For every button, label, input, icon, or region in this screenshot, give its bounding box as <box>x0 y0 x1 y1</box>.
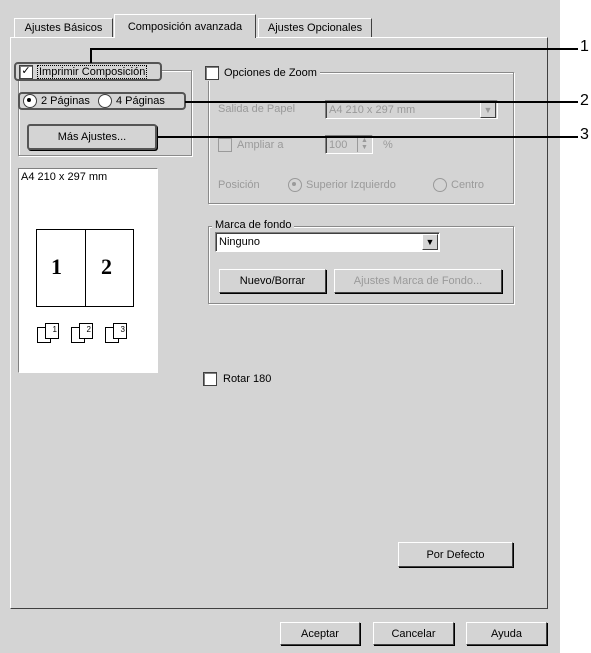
print-layout-option[interactable]: ✓ Imprimir Composición <box>14 62 162 81</box>
position-top-left-option[interactable]: Superior Izquierdo <box>288 178 396 192</box>
print-layout-label: Imprimir Composición <box>36 64 148 79</box>
preview-stack-order: 1 2 3 <box>37 323 127 343</box>
tab-label: Ajustes Básicos <box>24 22 103 34</box>
pages-4-label[interactable]: 4 Páginas <box>116 95 165 107</box>
position-label: Posición <box>218 179 260 191</box>
callout-2-number: 2 <box>580 92 589 109</box>
ok-label: Aceptar <box>301 627 339 640</box>
tab-basic-settings[interactable]: Ajustes Básicos <box>14 18 113 37</box>
sheet-divider <box>85 230 86 306</box>
preview-sheet: 1 2 <box>36 229 134 307</box>
new-delete-label: Nuevo/Borrar <box>239 275 306 287</box>
cancel-label: Cancelar <box>391 627 436 640</box>
position-top-left-radio[interactable] <box>288 178 302 192</box>
paper-output-label: Salida de Papel <box>218 103 296 115</box>
printer-properties-dialog: Ajustes Básicos Composición avanzada Aju… <box>0 0 560 653</box>
tab-label: Ajustes Opcionales <box>267 22 363 34</box>
help-label: Ayuda <box>491 627 522 640</box>
enlarge-value: 100 <box>329 138 348 151</box>
more-settings-label: Más Ajustes... <box>57 131 127 143</box>
zoom-options-checkbox[interactable] <box>205 66 219 80</box>
rotate-180-checkbox[interactable] <box>203 372 217 386</box>
pages-per-sheet-options: 2 Páginas 4 Páginas <box>18 92 186 110</box>
tab-label: Composición avanzada <box>127 20 243 33</box>
position-center-option[interactable]: Centro <box>433 178 484 192</box>
pages-2-label[interactable]: 2 Páginas <box>41 95 90 107</box>
stack-sheet-3: 3 <box>105 323 127 343</box>
pages-4-radio[interactable] <box>97 94 112 108</box>
spin-arrows-icon[interactable]: ▲ ▼ <box>357 137 371 152</box>
watermark-settings-button[interactable]: Ajustes Marca de Fondo... <box>334 269 502 293</box>
preview-page-2: 2 <box>101 254 112 279</box>
position-center-label: Centro <box>451 179 485 191</box>
callout-1-number: 1 <box>580 38 589 55</box>
stack-sheet-2: 2 <box>71 323 93 343</box>
stack-sheet-number: 2 <box>79 323 93 339</box>
stack-sheet-number: 3 <box>113 323 127 339</box>
position-center-radio[interactable] <box>433 178 447 192</box>
rotate-180-option[interactable]: Rotar 180 <box>203 372 271 386</box>
callout-3-line <box>157 136 578 138</box>
watermark-selected-value: Ninguno <box>219 236 260 248</box>
enlarge-label: Ampliar a <box>237 139 284 151</box>
tab-optional-settings[interactable]: Ajustes Opcionales <box>258 18 372 37</box>
zoom-options-label: Opciones de Zoom <box>224 67 317 79</box>
default-label: Por Defecto <box>426 548 485 561</box>
ok-button[interactable]: Aceptar <box>280 622 360 645</box>
callout-3-number: 3 <box>580 126 589 143</box>
preview-paper-label: A4 210 x 297 mm <box>21 171 108 183</box>
cancel-button[interactable]: Cancelar <box>373 622 454 645</box>
pages-2-radio[interactable] <box>23 94 37 108</box>
help-button[interactable]: Ayuda <box>466 622 547 645</box>
enlarge-unit: % <box>383 139 393 151</box>
chevron-down-icon[interactable]: ▼ <box>480 102 496 118</box>
new-delete-watermark-button[interactable]: Nuevo/Borrar <box>219 269 326 293</box>
callout-2-line <box>185 101 578 103</box>
print-layout-checkbox[interactable]: ✓ <box>19 64 33 79</box>
rotate-180-label: Rotar 180 <box>223 373 272 385</box>
stack-sheet-1: 1 <box>37 323 59 343</box>
more-settings-button[interactable]: Más Ajustes... <box>27 124 157 150</box>
watermark-legend: Marca de fondo <box>212 219 295 231</box>
tab-advanced-layout[interactable]: Composición avanzada <box>114 14 256 38</box>
callout-1-line <box>90 48 578 50</box>
layout-preview: A4 210 x 297 mm 1 2 1 2 3 <box>18 168 158 373</box>
default-button[interactable]: Por Defecto <box>398 542 513 567</box>
zoom-options-legend: Opciones de Zoom <box>202 65 320 81</box>
paper-output-value: A4 210 x 297 mm <box>329 103 416 116</box>
watermark-settings-label: Ajustes Marca de Fondo... <box>353 275 483 287</box>
chevron-down-icon[interactable]: ▼ <box>422 234 438 250</box>
position-top-left-label: Superior Izquierdo <box>306 179 396 191</box>
enlarge-checkbox[interactable] <box>218 138 232 152</box>
stack-sheet-number: 1 <box>45 323 59 339</box>
callout-1-connector <box>90 49 92 63</box>
preview-page-1: 1 <box>51 254 62 279</box>
enlarge-option: Ampliar a <box>218 138 283 152</box>
watermark-select[interactable]: Ninguno ▼ <box>215 232 440 252</box>
